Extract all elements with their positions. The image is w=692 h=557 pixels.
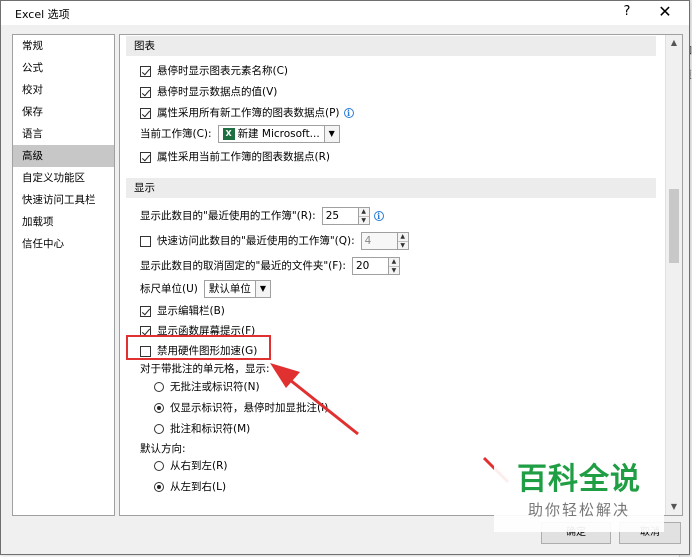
option-label: 仅显示标识符，悬停时加显批注(I) — [170, 402, 329, 414]
option-row[interactable]: 显示编辑栏(B) — [140, 302, 225, 320]
ruler-units-label: 标尺单位(U) — [140, 283, 198, 295]
recent-workbooks-row: 显示此数目的"最近使用的工作簿"(R): 25 ▲ ▼ i — [140, 207, 384, 225]
info-icon: i — [373, 211, 384, 221]
checkbox-formula-bar[interactable] — [140, 305, 151, 317]
stepper-down-icon[interactable]: ▼ — [398, 242, 408, 250]
section-header-chart: 图表 — [126, 36, 656, 56]
nav-item-add-ins[interactable]: 加载项 — [13, 211, 114, 233]
nav-item-customize-ribbon[interactable]: 自定义功能区 — [13, 167, 114, 189]
info-icon: i — [343, 108, 354, 118]
nav-item-quick-access-toolbar[interactable]: 快速访问工具栏 — [13, 189, 114, 211]
close-button[interactable]: ✕ — [653, 2, 677, 21]
current-workbook-label: 当前工作簿(C): — [140, 128, 212, 140]
option-label: 无批注或标识符(N) — [170, 381, 260, 393]
stepper-up-icon[interactable]: ▲ — [397, 233, 408, 242]
scroll-thumb[interactable] — [669, 189, 679, 263]
radio-indicator-only[interactable] — [154, 403, 164, 413]
excel-file-icon: X — [222, 128, 235, 140]
option-row[interactable]: 无批注或标识符(N) — [154, 378, 260, 396]
current-workbook-row: 当前工作簿(C): X 新建 Microsoft... ▼ — [140, 125, 340, 143]
stepper-down-icon[interactable]: ▼ — [389, 267, 399, 275]
quick-access-row[interactable]: 快速访问此数目的"最近使用的工作簿"(Q): 4 ▲ ▼ — [140, 232, 409, 250]
ruler-units-value: 默认单位 — [208, 283, 251, 295]
checkbox-quick-access[interactable] — [140, 235, 151, 247]
nav-item-advanced[interactable]: 高级 — [13, 145, 114, 167]
direction-label: 默认方向: — [140, 443, 186, 455]
option-row[interactable]: 仅显示标识符，悬停时加显批注(I) — [154, 399, 328, 417]
recent-folders-stepper[interactable]: 20 ▲ ▼ — [351, 257, 400, 275]
section-header-display: 显示 — [126, 178, 656, 198]
current-workbook-value: 新建 Microsoft... — [237, 128, 320, 140]
stepper-up-icon[interactable]: ▲ — [358, 208, 369, 217]
recent-folders-value[interactable]: 20 — [351, 257, 388, 275]
recent-folders-row: 显示此数目的取消固定的"最近的文件夹"(F): 20 ▲ ▼ — [140, 257, 400, 275]
title-bar: Excel 选项 ? ✕ — [1, 1, 689, 25]
radio-right-to-left[interactable] — [154, 461, 164, 471]
nav-item-general[interactable]: 常规 — [13, 35, 114, 57]
dialog-title: Excel 选项 — [15, 8, 70, 21]
quick-access-value[interactable]: 4 — [360, 232, 397, 250]
current-workbook-select[interactable]: X 新建 Microsoft... ▼ — [217, 125, 340, 143]
option-row[interactable]: 属性采用当前工作簿的图表数据点(R) — [140, 148, 330, 166]
quick-access-label: 快速访问此数目的"最近使用的工作簿"(Q): — [157, 235, 355, 247]
option-label: 属性采用当前工作簿的图表数据点(R) — [157, 151, 330, 163]
recent-workbooks-label: 显示此数目的"最近使用的工作簿"(R): — [140, 210, 316, 222]
chevron-down-icon[interactable]: ▼ — [254, 281, 270, 297]
ruler-units-select[interactable]: 默认单位 ▼ — [203, 280, 271, 298]
option-row[interactable]: 悬停时显示图表元素名称(C) — [140, 62, 288, 80]
radio-no-comments[interactable] — [154, 382, 164, 392]
option-row[interactable]: 悬停时显示数据点的值(V) — [140, 83, 277, 101]
comments-label-row: 对于带批注的单元格，显示: — [140, 360, 270, 378]
help-button[interactable]: ? — [617, 4, 637, 19]
option-label: 悬停时显示数据点的值(V) — [157, 86, 278, 98]
option-row[interactable]: 批注和标识符(M) — [154, 420, 250, 438]
highlight-annotation-box — [126, 335, 271, 360]
stepper-up-icon[interactable]: ▲ — [388, 258, 399, 267]
nav-item-save[interactable]: 保存 — [13, 101, 114, 123]
checkbox-element-names[interactable] — [140, 65, 151, 77]
option-label: 悬停时显示图表元素名称(C) — [157, 65, 289, 77]
stepper-down-icon[interactable]: ▼ — [359, 217, 369, 225]
option-label: 从左到右(L) — [170, 481, 227, 493]
option-row[interactable]: 从左到右(L) — [154, 478, 226, 496]
ruler-units-row: 标尺单位(U) 默认单位 ▼ — [140, 280, 271, 298]
nav-item-proofing[interactable]: 校对 — [13, 79, 114, 101]
option-label: 从右到左(R) — [170, 460, 228, 472]
recent-workbooks-value[interactable]: 25 — [321, 207, 358, 225]
option-label: 显示编辑栏(B) — [157, 305, 225, 317]
watermark-logo: 百科全说 助你轻松解决 — [494, 460, 664, 532]
watermark-subtitle: 助你轻松解决 — [527, 501, 630, 519]
chevron-down-icon[interactable]: ▼ — [323, 126, 339, 142]
content-scrollbar[interactable]: ▲ ▼ — [665, 35, 682, 515]
recent-folders-label: 显示此数目的取消固定的"最近的文件夹"(F): — [140, 260, 346, 272]
direction-label-row: 默认方向: — [140, 440, 186, 458]
checkbox-current-workbook[interactable] — [140, 151, 151, 163]
watermark-title: 百科全说 — [517, 462, 641, 497]
scroll-down-icon[interactable]: ▼ — [666, 499, 682, 515]
option-label: 属性采用所有新工作簿的图表数据点(P) — [157, 107, 340, 119]
comments-label: 对于带批注的单元格，显示: — [140, 363, 270, 375]
scroll-up-icon[interactable]: ▲ — [666, 35, 682, 51]
checkbox-all-new-workbooks[interactable] — [140, 107, 151, 119]
checkbox-data-values[interactable] — [140, 86, 151, 98]
radio-comments-and-indicators[interactable] — [154, 424, 164, 434]
quick-access-stepper[interactable]: 4 ▲ ▼ — [360, 232, 409, 250]
recent-workbooks-stepper[interactable]: 25 ▲ ▼ — [321, 207, 370, 225]
option-row[interactable]: 从右到左(R) — [154, 457, 228, 475]
radio-left-to-right[interactable] — [154, 482, 164, 492]
nav-item-trust-center[interactable]: 信任中心 — [13, 233, 114, 255]
option-row[interactable]: 属性采用所有新工作簿的图表数据点(P) i — [140, 104, 354, 122]
option-label: 批注和标识符(M) — [170, 423, 251, 435]
nav-item-formulas[interactable]: 公式 — [13, 57, 114, 79]
options-nav: 常规 公式 校对 保存 语言 高级 自定义功能区 快速访问工具栏 加载项 信任中… — [12, 34, 115, 516]
nav-item-language[interactable]: 语言 — [13, 123, 114, 145]
options-content: 图表 悬停时显示图表元素名称(C) 悬停时显示数据点的值(V) 属性采用所有新工… — [119, 34, 683, 516]
